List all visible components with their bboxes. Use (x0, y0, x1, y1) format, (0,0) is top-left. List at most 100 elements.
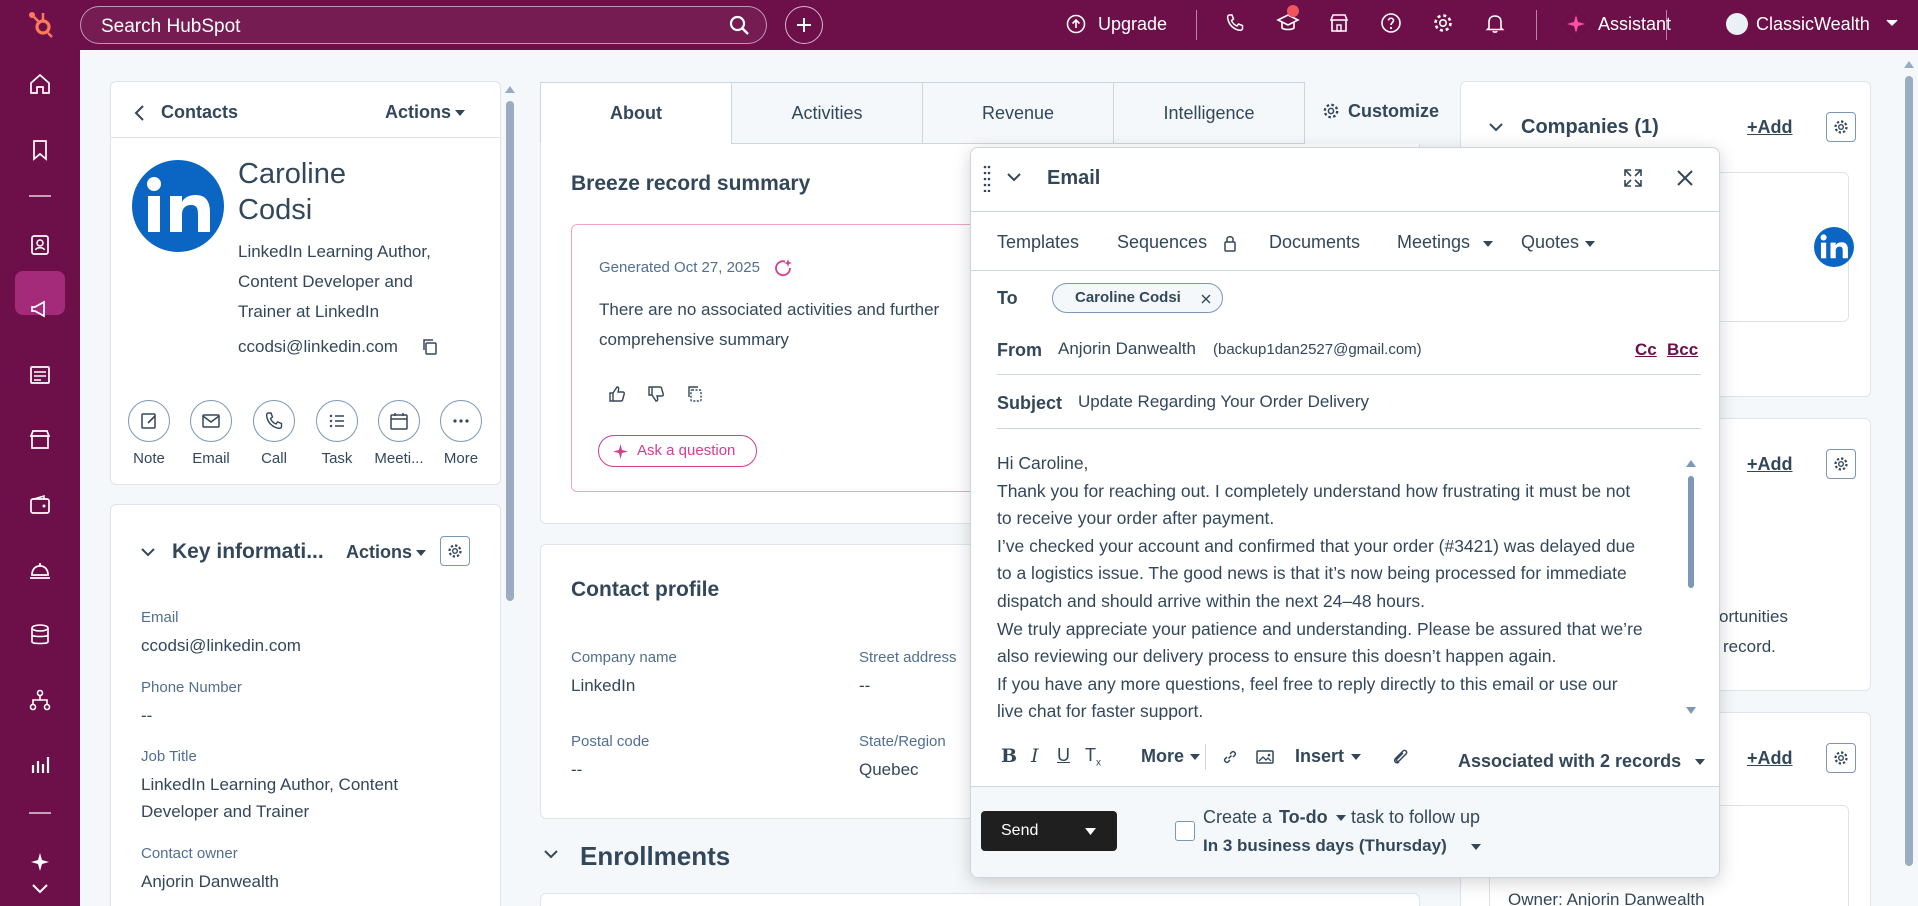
contacts-icon[interactable] (28, 233, 52, 257)
marketplace-icon[interactable] (1328, 12, 1350, 34)
note-action-button[interactable]: Note (122, 400, 176, 467)
upgrade-button[interactable]: Upgrade (1098, 14, 1167, 35)
settings-gear-icon[interactable] (1826, 112, 1856, 142)
meeting-action-button[interactable]: Meeti... (372, 400, 426, 467)
cc-link[interactable]: Cc (1635, 340, 1657, 360)
page-scrollbar[interactable] (1903, 58, 1915, 906)
avatar[interactable] (1726, 13, 1748, 35)
hubspot-logo-icon[interactable] (26, 10, 56, 40)
service-bell-icon[interactable] (28, 558, 52, 582)
more-formatting-dropdown[interactable]: More (1141, 746, 1184, 767)
settings-gear-icon[interactable] (1432, 12, 1454, 34)
bold-button[interactable]: B (1001, 745, 1017, 767)
settings-gear-icon[interactable] (1826, 743, 1856, 773)
close-icon[interactable] (1675, 168, 1695, 188)
thumbs-down-icon[interactable] (647, 385, 665, 403)
chevron-down-icon[interactable] (544, 849, 558, 859)
subject-input[interactable]: Update Regarding Your Order Delivery (1078, 392, 1369, 412)
field-value-email[interactable]: ccodsi@linkedin.com (141, 636, 301, 656)
from-sender-address[interactable]: (backup1dan2527@gmail.com) (1213, 341, 1422, 358)
thumbs-up-icon[interactable] (608, 385, 626, 403)
email-action-button[interactable]: Email (184, 400, 238, 467)
contact-email[interactable]: ccodsi@linkedin.com (238, 337, 398, 357)
bcc-link[interactable]: Bcc (1667, 340, 1698, 360)
italic-button[interactable]: I (1031, 745, 1039, 767)
scrollbar-thumb[interactable] (1688, 476, 1694, 588)
recipient-chip[interactable]: Caroline Codsi (1052, 283, 1223, 313)
marketing-megaphone-icon[interactable] (28, 297, 52, 321)
company-name-value[interactable]: LinkedIn (571, 676, 635, 696)
settings-gear-icon[interactable] (1322, 102, 1340, 120)
bookmark-icon[interactable] (28, 138, 52, 162)
todo-type-dropdown[interactable]: To-do (1279, 807, 1328, 828)
chevron-down-icon[interactable] (1886, 19, 1898, 27)
commerce-store-icon[interactable] (28, 428, 52, 452)
chevron-down-icon[interactable] (141, 547, 155, 557)
underline-button[interactable]: U (1057, 745, 1070, 766)
data-database-icon[interactable] (28, 623, 52, 647)
settings-gear-icon[interactable] (440, 536, 470, 566)
add-company-link[interactable]: +Add (1747, 117, 1793, 138)
copy-icon[interactable] (686, 385, 704, 403)
caret-down-icon[interactable] (416, 550, 426, 556)
notifications-bell-icon[interactable] (1484, 12, 1506, 34)
copy-icon[interactable] (421, 338, 439, 356)
expand-chevron-down-icon[interactable] (28, 876, 52, 900)
image-icon[interactable] (1255, 748, 1275, 766)
sequences-button[interactable]: Sequences (1117, 232, 1207, 253)
reporting-chart-icon[interactable] (28, 753, 52, 777)
quotes-dropdown[interactable]: Quotes (1521, 232, 1579, 253)
insert-dropdown[interactable]: Insert (1295, 746, 1344, 767)
drag-handle-icon[interactable] (983, 164, 991, 192)
account-name[interactable]: ClassicWealth (1756, 14, 1870, 35)
scrollbar-thumb[interactable] (506, 101, 514, 601)
automation-workflow-icon[interactable] (28, 688, 52, 712)
postal-code-value[interactable]: -- (571, 760, 582, 780)
from-sender-name[interactable]: Anjorin Danwealth (1058, 339, 1196, 359)
help-icon[interactable] (1380, 12, 1402, 34)
tab-about[interactable]: About (540, 82, 732, 144)
actions-dropdown[interactable]: Actions (346, 542, 412, 563)
documents-button[interactable]: Documents (1269, 232, 1360, 253)
scrollbar-thumb[interactable] (1905, 76, 1913, 866)
ask-a-question-button[interactable]: Ask a question (598, 435, 757, 467)
todo-due-date-dropdown[interactable]: In 3 business days (Thursday) (1203, 836, 1447, 856)
add-link[interactable]: +Add (1747, 454, 1793, 475)
left-column-scrollbar[interactable] (504, 83, 516, 906)
attachment-paperclip-icon[interactable] (1391, 747, 1409, 767)
home-icon[interactable] (28, 72, 52, 96)
customize-button[interactable]: Customize (1348, 101, 1439, 122)
content-icon[interactable] (28, 363, 52, 387)
search-icon[interactable] (729, 15, 750, 36)
task-action-button[interactable]: Task (310, 400, 364, 467)
more-action-button[interactable]: More (434, 400, 488, 467)
actions-dropdown[interactable]: Actions (385, 102, 451, 123)
chevron-down-icon[interactable] (1489, 122, 1503, 132)
breeze-sparkle-icon[interactable] (28, 850, 52, 874)
field-value-job-title-line2[interactable]: Developer and Trainer (141, 802, 309, 822)
field-value-contact-owner[interactable]: Anjorin Danwealth (141, 872, 279, 892)
search-input[interactable]: Search HubSpot (80, 6, 767, 44)
tab-activities[interactable]: Activities (731, 82, 923, 144)
phone-icon[interactable] (1224, 12, 1246, 34)
state-region-value[interactable]: Quebec (859, 760, 919, 780)
templates-button[interactable]: Templates (997, 232, 1079, 253)
send-options-caret-down-icon[interactable] (1085, 828, 1096, 835)
email-body-scrollbar[interactable] (1685, 458, 1697, 716)
field-value-phone[interactable]: -- (141, 706, 152, 726)
street-address-value[interactable]: -- (859, 676, 870, 696)
contacts-back-link[interactable]: Contacts (161, 102, 238, 123)
send-button[interactable]: Send (981, 811, 1117, 851)
meetings-dropdown[interactable]: Meetings (1397, 232, 1470, 253)
create-new-button[interactable] (785, 6, 823, 44)
tab-revenue[interactable]: Revenue (922, 82, 1114, 144)
call-action-button[interactable]: Call (247, 400, 301, 467)
payments-wallet-icon[interactable] (28, 493, 52, 517)
chevron-left-icon[interactable] (133, 104, 145, 122)
link-icon[interactable] (1221, 748, 1239, 766)
follow-up-task-checkbox[interactable] (1175, 821, 1195, 841)
expand-icon[interactable] (1623, 168, 1643, 188)
field-value-job-title[interactable]: LinkedIn Learning Author, Content (141, 775, 398, 795)
clear-formatting-button[interactable]: Tx (1085, 745, 1101, 769)
add-link[interactable]: +Add (1747, 748, 1793, 769)
